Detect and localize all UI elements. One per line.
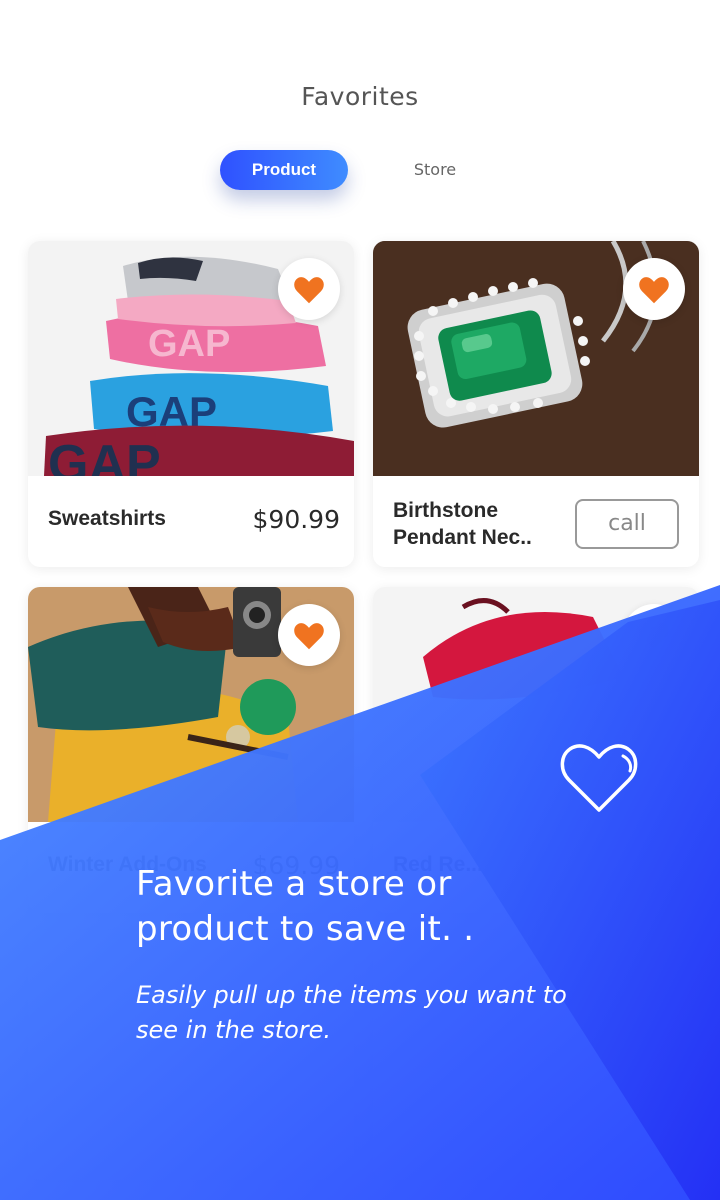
- heart-filled-icon: [639, 277, 669, 304]
- favorite-toggle[interactable]: [623, 604, 685, 666]
- product-card-hidden: [28, 930, 354, 1180]
- tab-bar: Product Store: [220, 150, 480, 190]
- tab-product[interactable]: Product: [220, 150, 348, 190]
- product-price: $90.99: [252, 505, 340, 534]
- favorite-toggle[interactable]: [278, 604, 340, 666]
- product-name: Sweatshirts: [48, 507, 166, 530]
- tab-store[interactable]: Store: [370, 150, 500, 190]
- call-button[interactable]: call: [575, 499, 679, 549]
- favorites-screen: Favorites Product Store GAP GAP GAP Swea…: [0, 0, 720, 1200]
- product-card-hidden: [373, 930, 699, 1180]
- product-name: Birthstone Pendant Nec..: [393, 499, 532, 549]
- promo-subtitle: Easily pull up the items you want to see…: [136, 981, 567, 1044]
- page-title: Favorites: [301, 82, 419, 111]
- favorite-toggle[interactable]: [623, 258, 685, 320]
- heart-outline-icon: [560, 744, 638, 812]
- product-card-sweatshirts[interactable]: GAP GAP GAP Sweatshirts $90.99: [28, 241, 354, 567]
- heart-filled-icon: [639, 623, 669, 650]
- heart-filled-icon: [294, 623, 324, 650]
- favorite-toggle[interactable]: [278, 258, 340, 320]
- svg-text:GAP: GAP: [48, 435, 161, 476]
- promo-title: Favorite a store or product to save it. …: [136, 864, 475, 949]
- product-card-pendant[interactable]: Birthstone Pendant Nec.. call: [373, 241, 699, 567]
- svg-text:GAP: GAP: [148, 323, 230, 365]
- heart-filled-icon: [294, 277, 324, 304]
